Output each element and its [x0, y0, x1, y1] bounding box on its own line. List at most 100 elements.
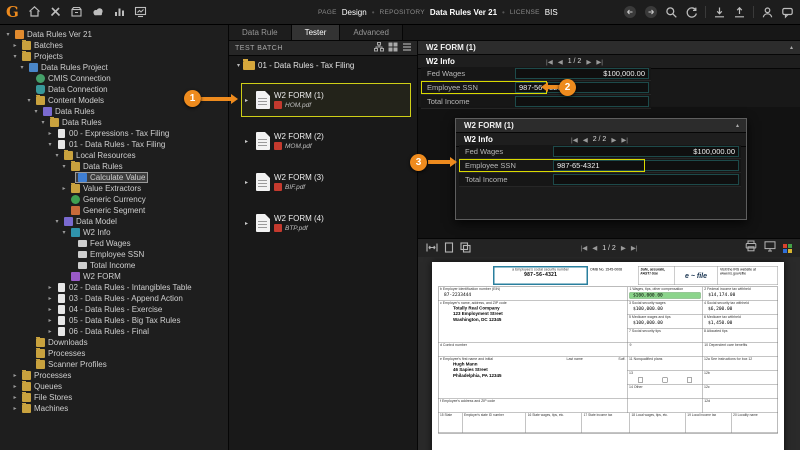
tree-node[interactable]: 01 - Data Rules - Tax Filing — [54, 139, 168, 150]
expander-icon[interactable]: ▸ — [11, 383, 19, 390]
tree-item[interactable]: Total Income — [0, 260, 228, 271]
expander-icon[interactable]: ▾ — [237, 62, 240, 69]
tree-node[interactable]: 05 - Data Rules - Big Tax Rules — [54, 315, 183, 326]
tree-item[interactable]: ▸ Machines — [0, 403, 228, 414]
collapse-icon[interactable]: ▴ — [736, 122, 739, 129]
tree-node[interactable]: Data Rules — [68, 161, 126, 172]
tree-node[interactable]: Data Rules Project — [26, 62, 111, 73]
last-page-button[interactable] — [631, 244, 638, 252]
tree-item[interactable]: Downloads — [0, 337, 228, 348]
tree-item[interactable]: ▸ 02 - Data Rules - Intangibles Table — [0, 282, 228, 293]
expander-icon[interactable]: ▾ — [60, 163, 68, 170]
expander-icon[interactable]: ▸ — [46, 130, 54, 137]
expander-icon[interactable]: ▾ — [53, 218, 61, 225]
expander-icon[interactable]: ▾ — [4, 31, 12, 38]
tree-node[interactable]: Calculate Value — [75, 172, 148, 183]
tree-node[interactable]: Projects — [19, 51, 66, 62]
expander-icon[interactable] — [245, 138, 252, 145]
tree-item[interactable]: Scanner Profiles — [0, 359, 228, 370]
expander-icon[interactable]: ▸ — [46, 284, 54, 291]
prev-page-button[interactable] — [583, 136, 588, 144]
document-title-bar[interactable]: W2 FORM (1) ▴ — [456, 119, 746, 133]
field-row[interactable]: Employee SSN 987-65-4321 — [459, 159, 741, 173]
tree-node[interactable]: Downloads — [33, 337, 91, 348]
tree-node[interactable]: W2 Info — [68, 227, 114, 238]
batch-document[interactable]: W2 FORM (4) BTP.pdf — [241, 206, 411, 240]
tree-item[interactable]: CMIS Connection — [0, 73, 228, 84]
field-value[interactable] — [553, 174, 739, 185]
user-icon[interactable] — [761, 6, 774, 19]
tab[interactable]: Tester — [292, 25, 341, 40]
tree-node[interactable]: Generic Currency — [68, 194, 149, 205]
tree-node[interactable]: Queues — [19, 381, 65, 392]
field-value[interactable]: 987-56-4321 — [515, 82, 649, 93]
fit-width-icon[interactable] — [426, 242, 438, 255]
tree-node[interactable]: Batches — [19, 40, 66, 51]
tree-item[interactable]: ▸ File Stores — [0, 392, 228, 403]
next-page-button[interactable] — [621, 244, 626, 252]
field-value[interactable]: $100,000.00 — [553, 146, 739, 157]
tree-node[interactable]: Data Rules — [40, 106, 98, 117]
expander-icon[interactable]: ▸ — [60, 185, 68, 192]
tree-item[interactable]: Fed Wages — [0, 238, 228, 249]
last-page-button[interactable] — [596, 58, 603, 66]
expander-icon[interactable]: ▾ — [25, 97, 33, 104]
tree-item[interactable]: ▾ Data Rules Project — [0, 62, 228, 73]
tree-node[interactable]: Scanner Profiles — [33, 359, 110, 370]
tree-item[interactable]: ▾ Data Rules — [0, 117, 228, 128]
tree-item[interactable]: ▾ Data Rules — [0, 106, 228, 117]
batch-document[interactable]: W2 FORM (1) HOM.pdf — [241, 83, 411, 117]
dashboard-icon[interactable] — [134, 5, 147, 18]
tree-item[interactable]: Calculate Value — [0, 172, 228, 183]
tree-item[interactable]: ▾ 01 - Data Rules - Tax Filing — [0, 139, 228, 150]
tree-node[interactable]: Processes — [19, 370, 74, 381]
next-page-button[interactable] — [611, 136, 616, 144]
tree-node[interactable]: W2 FORM — [68, 271, 124, 282]
field-row[interactable]: Fed Wages $100,000.00 — [421, 67, 651, 81]
tree-node[interactable]: 02 - Data Rules - Intangibles Table — [54, 282, 195, 293]
tree-item[interactable]: ▸ 04 - Data Rules - Exercise — [0, 304, 228, 315]
thumbnail-view-icon[interactable] — [388, 39, 398, 57]
collapse-icon[interactable]: ▴ — [790, 44, 793, 51]
import-icon[interactable] — [713, 6, 726, 19]
tree-node[interactable]: Processes — [33, 348, 88, 359]
viewer-canvas[interactable]: a Employee's social security number 987-… — [418, 257, 800, 450]
expander-icon[interactable]: ▾ — [60, 229, 68, 236]
tree-node[interactable]: Employee SSN — [75, 249, 147, 260]
expander-icon[interactable]: ▸ — [11, 394, 19, 401]
color-channels-icon[interactable] — [783, 244, 792, 253]
tree-item[interactable]: ▾ Data Rules — [0, 161, 228, 172]
first-page-button[interactable] — [546, 58, 553, 66]
tree-node[interactable]: Data Model — [61, 216, 120, 227]
tree-item[interactable]: Processes — [0, 348, 228, 359]
tree-item[interactable]: ▸ Processes — [0, 370, 228, 381]
tree-item[interactable]: Generic Currency — [0, 194, 228, 205]
tree-node[interactable]: CMIS Connection — [33, 73, 114, 84]
list-view-icon[interactable] — [402, 39, 412, 57]
tree-node[interactable]: Data Rules Ver 21 — [12, 29, 95, 40]
tab[interactable]: Advanced — [340, 25, 403, 40]
chat-icon[interactable] — [781, 6, 794, 19]
field-row[interactable]: Total Income — [421, 95, 651, 109]
expander-icon[interactable]: ▾ — [11, 53, 19, 60]
expander-icon[interactable] — [245, 220, 252, 227]
tree-item[interactable]: ▾ Projects — [0, 51, 228, 62]
first-page-button[interactable] — [581, 244, 588, 252]
tree-node[interactable]: 00 - Expressions - Tax Filing — [54, 128, 172, 139]
batch-folder-row[interactable]: ▾ 01 - Data Rules - Tax Filing — [237, 61, 354, 70]
tree-node[interactable]: Content Models — [33, 95, 107, 106]
print-icon[interactable] — [745, 239, 757, 257]
redo-icon[interactable] — [644, 5, 658, 19]
expander-icon[interactable]: ▸ — [46, 295, 54, 302]
tree-item[interactable]: ▾ Data Rules Ver 21 — [0, 29, 228, 40]
tree-node[interactable]: Machines — [19, 403, 71, 414]
expander-icon[interactable]: ▸ — [11, 405, 19, 412]
tree-item[interactable]: ▸ 06 - Data Rules - Final — [0, 326, 228, 337]
document-title-bar[interactable]: W2 FORM (1) ▴ — [418, 41, 800, 55]
search-icon[interactable] — [665, 6, 678, 19]
tree-item[interactable]: ▾ W2 Info — [0, 227, 228, 238]
export-icon[interactable] — [733, 6, 746, 19]
tree-node[interactable]: 06 - Data Rules - Final — [54, 326, 152, 337]
tree-node[interactable]: Total Income — [75, 260, 138, 271]
prev-page-button[interactable] — [558, 58, 563, 66]
